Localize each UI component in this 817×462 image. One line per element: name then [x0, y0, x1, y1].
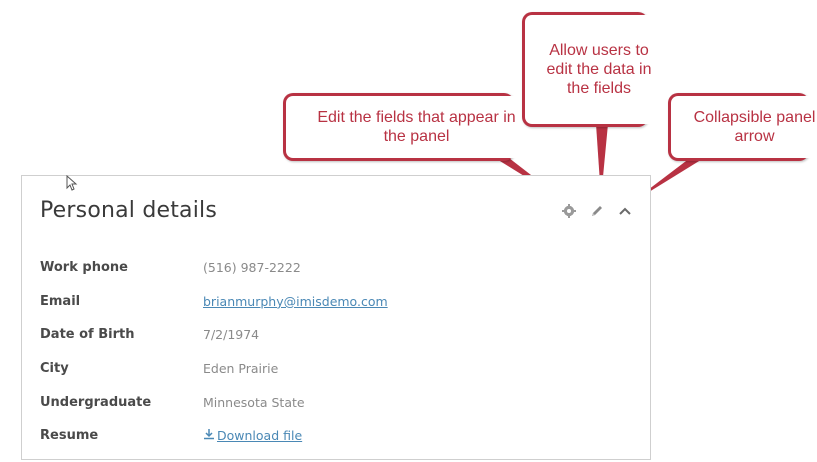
download-icon	[203, 427, 215, 445]
callout-edit-data-text: Allow users to edit the data in the fiel…	[525, 15, 673, 124]
field-label: Email	[40, 293, 81, 309]
field-label: Work phone	[40, 260, 128, 276]
gear-icon[interactable]	[560, 202, 578, 220]
field-label: City	[40, 361, 69, 377]
field-value: (516) 987-2222	[203, 260, 301, 276]
field-row-city: City Eden Prairie	[40, 352, 640, 386]
field-row-resume: Resume Download file	[40, 419, 640, 453]
field-row-work-phone: Work phone (516) 987-2222	[40, 251, 640, 285]
download-file-label: Download file	[217, 428, 303, 444]
field-value: Minnesota State	[203, 394, 305, 410]
personal-details-panel: Personal details Work phone (516) 987-22…	[21, 175, 651, 460]
email-link[interactable]: brianmurphy@imisdemo.com	[203, 294, 388, 309]
panel-actions	[560, 202, 634, 220]
callout-edit-data: Allow users to edit the data in the fiel…	[522, 12, 673, 127]
field-label: Undergraduate	[40, 394, 152, 410]
panel-title: Personal details	[40, 198, 218, 223]
chevron-up-icon[interactable]	[616, 202, 634, 220]
callout-collapse-text: Collapsible panel arrow	[671, 96, 817, 158]
download-file-link[interactable]: Download file	[203, 427, 302, 445]
pencil-icon[interactable]	[588, 202, 606, 220]
field-label: Resume	[40, 428, 99, 444]
callout-edit-fields-text: Edit the fields that appear in the panel	[286, 96, 547, 158]
callout-collapse: Collapsible panel arrow	[668, 93, 817, 161]
field-value: Eden Prairie	[203, 361, 279, 377]
details-list: Work phone (516) 987-2222 Email brianmur…	[40, 251, 640, 453]
field-value: 7/2/1974	[203, 327, 260, 343]
mouse-pointer-icon	[66, 174, 78, 196]
field-row-date-of-birth: Date of Birth 7/2/1974	[40, 318, 640, 352]
field-row-undergraduate: Undergraduate Minnesota State	[40, 385, 640, 419]
field-label: Date of Birth	[40, 327, 135, 343]
field-row-email: Email brianmurphy@imisdemo.com	[40, 285, 640, 319]
callout-edit-fields: Edit the fields that appear in the panel	[283, 93, 547, 161]
